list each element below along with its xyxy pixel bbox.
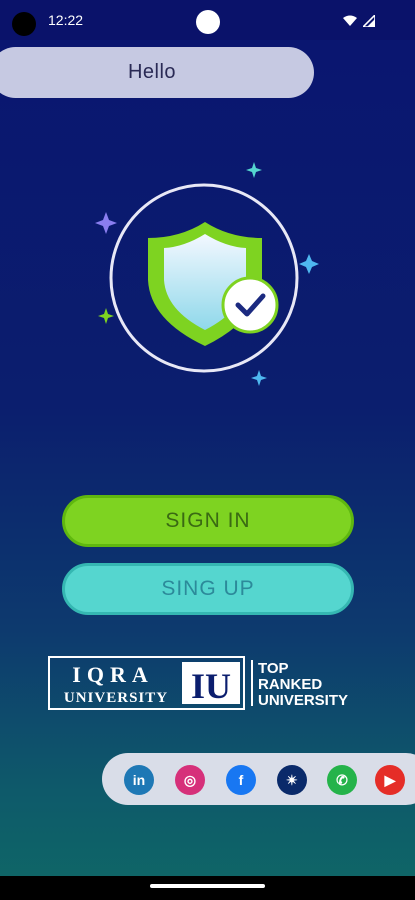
home-gesture-handle[interactable]: [150, 884, 265, 888]
sign-in-label: SIGN IN: [165, 509, 251, 532]
instagram-icon[interactable]: ◎: [175, 765, 205, 795]
sign-in-button[interactable]: SIGN IN: [62, 495, 354, 547]
sign-up-label: SING UP: [161, 577, 255, 600]
logo-line2: UNIVERSITY: [64, 690, 168, 706]
sparkle-icon: [98, 308, 114, 324]
sign-up-button[interactable]: SING UP: [62, 563, 354, 615]
greeting-text: Hello: [127, 61, 177, 83]
front-camera: [196, 10, 220, 34]
logo-tag3: UNIVERSITY: [258, 692, 348, 709]
social-bar: in ◎ f ✴ ✆ ▶: [102, 753, 415, 805]
app-screen: 12:22 Hello SIGN IN SING UP IQRA UNIVERS…: [0, 0, 415, 900]
sparkle-icon: [299, 254, 319, 274]
shield-check-icon: [95, 162, 319, 386]
wifi-icon: [343, 15, 358, 26]
sparkle-icon: [246, 162, 262, 178]
sparkle-icon: [95, 212, 117, 234]
logo-tag2: RANKED: [258, 676, 322, 693]
system-icons: [343, 12, 376, 28]
logo-tag1: TOP: [258, 660, 289, 677]
whatsapp-icon[interactable]: ✆: [327, 765, 357, 795]
greeting-banner: Hello: [0, 47, 314, 98]
status-time: 12:22: [48, 12, 84, 28]
logo-monogram: IU: [191, 666, 231, 706]
navigation-bar: [0, 876, 415, 900]
youtube-icon[interactable]: ▶: [375, 765, 405, 795]
status-bar: 12:22: [0, 0, 415, 40]
linkedin-icon[interactable]: in: [124, 765, 154, 795]
camera-cutout: [12, 12, 36, 36]
logo-line1: IQRA: [72, 662, 153, 687]
facebook-icon[interactable]: f: [226, 765, 256, 795]
sparkle-icon: [251, 370, 267, 386]
signal-icon: [361, 12, 376, 28]
app-icon[interactable]: ✴: [277, 765, 307, 795]
iqra-university-logo: IQRA UNIVERSITY IU TOP RANKED UNIVERSITY: [48, 656, 348, 710]
